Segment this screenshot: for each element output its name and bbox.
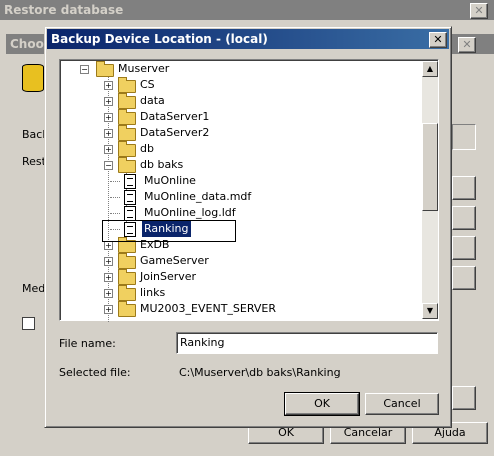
tree-label: MuOnline_log.ldf xyxy=(144,206,236,219)
restore-close-icon[interactable]: ✕ xyxy=(470,3,488,19)
expand-icon[interactable]: + xyxy=(104,81,113,90)
dialog-title: Backup Device Location - (local) xyxy=(51,32,268,46)
ok-button[interactable]: OK xyxy=(284,392,360,416)
folder-icon xyxy=(118,285,136,301)
tree-scrollbar[interactable]: ▲ ▼ xyxy=(422,61,438,319)
folder-icon xyxy=(118,269,136,285)
collapse-icon[interactable]: − xyxy=(80,65,89,74)
folder-icon xyxy=(118,301,136,317)
folder-open-icon xyxy=(96,61,114,77)
dialog-close-icon[interactable]: ✕ xyxy=(429,32,447,48)
tree-branch-line xyxy=(110,213,120,214)
bg-button-2[interactable] xyxy=(452,206,476,230)
file-name-label: File name: xyxy=(59,337,116,350)
document-icon xyxy=(124,206,136,221)
tree-label: DataServer1 xyxy=(140,110,210,123)
bg-button-5[interactable] xyxy=(452,386,476,410)
restore-database-title: Restore database xyxy=(4,3,124,17)
expand-icon[interactable]: + xyxy=(104,305,113,314)
bg-button-4[interactable] xyxy=(452,266,476,290)
selected-file-value: C:\Muserver\db baks\Ranking xyxy=(179,366,341,379)
selected-file-label: Selected file: xyxy=(59,366,131,379)
tree-label: MuOnline xyxy=(144,174,196,187)
backup-device-dialog: Backup Device Location - (local) ✕ − Muse… xyxy=(44,26,452,428)
dialog-titlebar: Backup Device Location - (local) xyxy=(47,29,449,49)
document-icon xyxy=(124,190,136,205)
media-checkbox[interactable] xyxy=(22,317,35,330)
cancel-button[interactable]: Cancel xyxy=(365,393,439,415)
tree-label: JoinServer xyxy=(140,270,197,283)
tree-label: db xyxy=(140,142,154,155)
expand-icon[interactable]: + xyxy=(104,129,113,138)
database-icon xyxy=(22,64,44,92)
expand-icon[interactable]: + xyxy=(104,145,113,154)
expand-icon[interactable]: + xyxy=(104,257,113,266)
folder-icon xyxy=(118,77,136,93)
document-icon xyxy=(124,174,136,189)
file-name-input[interactable]: Ranking xyxy=(176,332,438,354)
tree-branch-line xyxy=(110,181,120,182)
folder-icon xyxy=(118,109,136,125)
folder-tree[interactable]: − Muserver + CS + data + DataServer1 + DataServer… xyxy=(59,59,439,322)
tree-label: data xyxy=(140,94,165,107)
expand-icon[interactable]: + xyxy=(104,97,113,106)
collapse-icon[interactable]: − xyxy=(104,161,113,170)
scroll-down-button[interactable]: ▼ xyxy=(422,303,438,319)
folder-icon xyxy=(118,141,136,157)
expand-icon[interactable]: + xyxy=(104,273,113,282)
bg-button-3[interactable] xyxy=(452,236,476,260)
selection-focus-rect xyxy=(102,220,236,242)
scroll-up-button[interactable]: ▲ xyxy=(422,61,438,77)
expand-icon[interactable]: + xyxy=(104,113,113,122)
scroll-thumb[interactable] xyxy=(422,123,438,211)
expand-icon[interactable]: + xyxy=(104,241,113,250)
folder-icon xyxy=(118,253,136,269)
bg-field-right xyxy=(452,124,476,150)
tree-label: GameServer xyxy=(140,254,209,267)
tree-branch-line xyxy=(110,197,120,198)
folder-icon xyxy=(118,125,136,141)
expand-icon[interactable]: + xyxy=(104,289,113,298)
restore-database-titlebar: Restore database xyxy=(0,0,494,20)
tree-label: CS xyxy=(140,78,155,91)
tree-label: db baks xyxy=(140,158,184,171)
folder-icon xyxy=(118,157,136,173)
choose-close-icon[interactable]: ✕ xyxy=(458,37,476,53)
folder-icon xyxy=(118,93,136,109)
tree-label: DataServer2 xyxy=(140,126,210,139)
tree-label: MuOnline_data.mdf xyxy=(144,190,252,203)
tree-label: MU2003_EVENT_SERVER xyxy=(140,302,277,315)
tree-label: links xyxy=(140,286,166,299)
tree-label: Muserver xyxy=(118,62,170,75)
bg-button-1[interactable] xyxy=(452,176,476,200)
